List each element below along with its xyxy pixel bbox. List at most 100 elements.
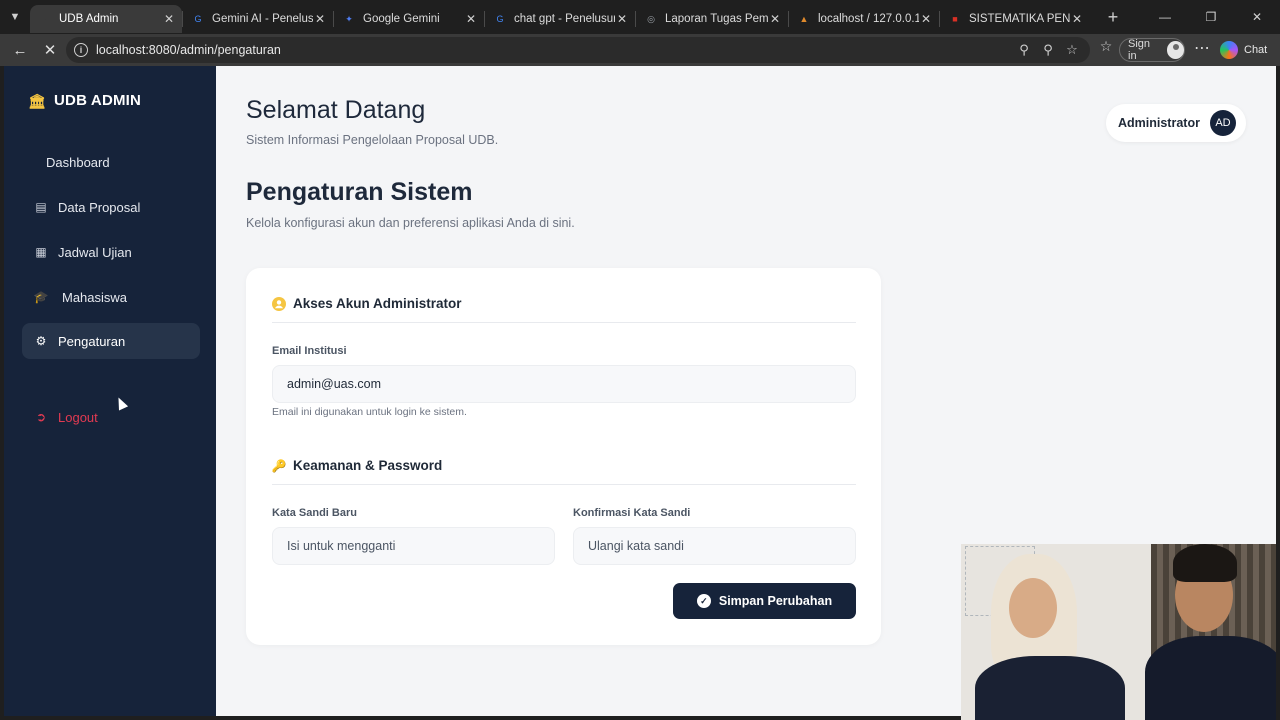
new-password-field[interactable] — [272, 527, 555, 565]
close-tab-icon[interactable]: ✕ — [313, 12, 327, 26]
globe-icon: ◎ — [647, 13, 655, 24]
browser-tab[interactable]: ✦ Google Gemini ✕ — [334, 5, 484, 33]
calendar-icon: ▦ — [35, 245, 47, 259]
sidebar-item-label: Mahasiswa — [62, 289, 128, 305]
tab-label: Laporan Tugas Pemrog — [665, 13, 768, 25]
webcam-person-1-face — [1009, 578, 1057, 638]
back-arrow-icon[interactable]: ← — [6, 36, 34, 64]
tab-label: SISTEMATIKA PENULIS — [969, 13, 1070, 25]
sidebar-item-jadwal-ujian[interactable]: ▦ Jadwal Ujian — [22, 234, 200, 270]
close-tab-icon[interactable]: ✕ — [1070, 12, 1084, 26]
tab-label: Google Gemini — [363, 13, 440, 25]
minimize-icon[interactable]: — — [1142, 0, 1188, 34]
close-tab-icon[interactable]: ✕ — [464, 12, 478, 26]
email-help-text: Email ini digunakan untuk login ke siste… — [272, 406, 467, 418]
google-icon: G — [496, 14, 504, 24]
browser-tab[interactable]: • UDB Admin ✕ — [30, 5, 182, 33]
maximize-icon[interactable]: ❐ — [1188, 0, 1234, 34]
sidebar-item-logout[interactable]: ➲ Logout — [22, 399, 200, 435]
close-tab-icon[interactable]: ✕ — [615, 12, 629, 26]
sidebar-item-label: Dashboard — [46, 154, 110, 170]
zoom-icon[interactable]: ⚲ — [1036, 42, 1060, 58]
settings-card: Akses Akun Administrator Email Institusi… — [246, 268, 881, 645]
welcome-subtitle: Sistem Informasi Pengelolaan Proposal UD… — [246, 133, 499, 147]
account-heading-text: Akses Akun Administrator — [293, 296, 462, 311]
tab-label: Gemini AI - Penelusuran — [212, 13, 313, 25]
loading-dot: • — [43, 14, 47, 24]
logout-icon: ➲ — [35, 410, 47, 424]
brand[interactable]: 🏛 UDB ADMIN — [28, 92, 141, 109]
brand-label: UDB ADMIN — [54, 92, 142, 109]
browser-toolbar: ← ✕ i localhost:8080/admin/pengaturan ⚲ … — [0, 34, 1280, 66]
favorites-icon[interactable]: ☆ — [1096, 38, 1116, 62]
url-text[interactable]: localhost:8080/admin/pengaturan — [96, 43, 1012, 57]
sidebar-item-label: Pengaturan — [58, 333, 126, 349]
file-icon: ▤ — [35, 200, 47, 214]
sidebar-item-pengaturan[interactable]: ⚙ Pengaturan — [22, 323, 200, 359]
sidebar-item-dashboard[interactable]: Dashboard — [22, 144, 200, 180]
email-field[interactable] — [272, 365, 856, 403]
new-tab-icon[interactable]: + — [1098, 7, 1128, 28]
browser-tab[interactable]: G Gemini AI - Penelusuran✕ — [183, 5, 333, 33]
phpmyadmin-icon: ▲ — [799, 14, 809, 24]
tab-search-icon[interactable]: ▼ — [0, 0, 30, 34]
new-password-label: Kata Sandi Baru — [272, 507, 357, 519]
university-building-icon: 🏛 — [28, 92, 46, 109]
security-heading-text: Keamanan & Password — [293, 458, 443, 473]
site-info-icon[interactable]: i — [74, 43, 88, 57]
close-tab-icon[interactable]: ✕ — [768, 12, 782, 26]
check-circle-icon: ✓ — [696, 594, 711, 608]
tab-label: chat gpt - Penelusuran — [514, 13, 615, 25]
sidebar-item-label: Data Proposal — [58, 199, 141, 215]
more-options-icon[interactable]: ⋯ — [1192, 38, 1212, 62]
address-bar[interactable]: i localhost:8080/admin/pengaturan ⚲ ⚲ ☆ — [66, 37, 1090, 63]
user-menu[interactable]: Administrator AD — [1106, 104, 1246, 142]
window-controls: — ❐ ✕ — [1142, 0, 1280, 34]
chat-label: Chat — [1244, 44, 1268, 56]
gear-icon: ⚙ — [35, 334, 47, 348]
close-tab-icon[interactable]: ✕ — [162, 12, 176, 26]
webcam-person-2-jacket — [1145, 636, 1276, 720]
browser-tab[interactable]: ■ SISTEMATIKA PENULIS✕ — [940, 5, 1090, 33]
sidebar-item-label: Logout — [58, 409, 98, 425]
copilot-icon — [1220, 41, 1238, 59]
google-icon: G — [194, 14, 202, 24]
copilot-chat-button[interactable]: Chat — [1220, 39, 1267, 61]
sidebar-item-mahasiswa[interactable]: 🎓 Mahasiswa — [22, 279, 200, 315]
sidebar-item-data-proposal[interactable]: ▤ Data Proposal — [22, 189, 200, 225]
webcam-person-1-jacket — [975, 656, 1125, 720]
page-subtitle: Kelola konfigurasi akun dan preferensi a… — [246, 216, 575, 230]
section-divider — [272, 484, 856, 485]
tab-label: UDB Admin — [59, 13, 119, 25]
gemini-spark-icon: ✦ — [345, 13, 353, 24]
close-tab-icon[interactable]: ✕ — [919, 12, 933, 26]
tab-label: localhost / 127.0.0.1 / p — [818, 13, 919, 25]
bookmark-star-icon[interactable]: ☆ — [1060, 42, 1084, 58]
section-divider — [272, 322, 856, 323]
confirm-password-field[interactable] — [573, 527, 856, 565]
close-window-icon[interactable]: ✕ — [1234, 0, 1280, 34]
user-name: Administrator — [1118, 116, 1200, 130]
save-button-label: Simpan Perubahan — [718, 594, 833, 608]
graduation-cap-icon: 🎓 — [33, 290, 49, 304]
user-circle-icon — [272, 296, 286, 311]
sidebar: 🏛 UDB ADMIN Dashboard ▤ Data Proposal ▦ … — [4, 66, 216, 716]
sign-in-button[interactable]: Sign in — [1119, 38, 1185, 62]
confirm-password-label: Konfirmasi Kata Sandi — [573, 507, 691, 519]
sign-in-label: Sign in — [1128, 38, 1151, 62]
stop-loading-icon[interactable]: ✕ — [36, 36, 64, 64]
email-label: Email Institusi — [272, 345, 347, 357]
browser-tab[interactable]: ◎ Laporan Tugas Pemrog✕ — [636, 5, 788, 33]
browser-tab[interactable]: Gchat gpt - Penelusuran✕ — [485, 5, 635, 33]
browser-tab[interactable]: ▲ localhost / 127.0.0.1 / p✕ — [789, 5, 939, 33]
webcam-overlay — [961, 544, 1276, 720]
profile-avatar-icon — [1166, 41, 1184, 59]
account-section-heading: Akses Akun Administrator — [272, 296, 462, 311]
key-icon: 🔑 — [271, 458, 287, 473]
tab-list: •UDB Admin✕GGemini AI - Penelusuran✕✦Goo… — [30, 1, 1090, 33]
page-title: Pengaturan Sistem — [246, 178, 473, 206]
password-key-icon[interactable]: ⚲ — [1012, 42, 1036, 58]
webcam-person-2-hair — [1173, 544, 1237, 582]
pdf-icon: ■ — [952, 14, 958, 24]
save-button[interactable]: ✓ Simpan Perubahan — [673, 583, 856, 619]
